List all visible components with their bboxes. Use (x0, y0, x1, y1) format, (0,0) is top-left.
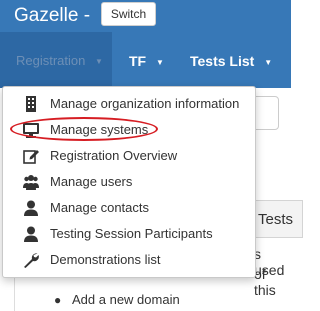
nav-tests-list[interactable]: Tests List ▼ (190, 53, 272, 69)
nav-tests-list-label: Tests List (190, 53, 255, 69)
body-text: of this (254, 266, 276, 298)
highlight-annotation (10, 117, 158, 141)
menu-item-label: Testing Session Participants (50, 226, 213, 241)
user-icon (24, 200, 38, 216)
menu-item-label: Manage organization information (50, 96, 240, 111)
menu-item-manage-organization[interactable]: Manage organization information (3, 92, 255, 116)
menu-item-label: Manage contacts (50, 200, 150, 215)
bullet-icon: ● (54, 293, 62, 307)
edit-icon (23, 150, 39, 164)
menu-item-manage-contacts[interactable]: Manage contacts (3, 196, 255, 220)
app-brand: Gazelle - (14, 5, 91, 26)
top-navbar: Gazelle - Switch Registration ▼ TF ▼ Tes… (0, 0, 291, 88)
menu-item-label: Registration Overview (50, 148, 178, 163)
menu-item-label: Manage users (50, 174, 133, 189)
registration-dropdown-menu: Manage organization information Manage s… (2, 86, 256, 278)
building-icon (26, 96, 36, 112)
list-item: Add a new domain (72, 292, 180, 307)
user-icon (24, 226, 38, 242)
menu-item-demonstrations-list[interactable]: Demonstrations list (3, 248, 255, 272)
nav-tf[interactable]: TF ▼ (129, 53, 164, 69)
menu-item-manage-users[interactable]: Manage users (3, 170, 255, 194)
caret-down-icon: ▼ (156, 57, 164, 67)
caret-down-icon: ▼ (95, 57, 103, 67)
users-icon (23, 175, 39, 190)
menu-item-registration-overview[interactable]: Registration Overview (3, 144, 255, 168)
switch-button[interactable]: Switch (101, 2, 156, 26)
menu-item-label: Demonstrations list (50, 252, 161, 267)
nav-registration-label: Registration (16, 53, 86, 68)
nav-registration[interactable]: Registration ▼ (0, 32, 112, 88)
nav-tf-label: TF (129, 53, 147, 69)
menu-item-testing-session-participants[interactable]: Testing Session Participants (3, 222, 255, 246)
caret-down-icon: ▼ (264, 57, 273, 67)
wrench-icon (24, 253, 39, 268)
